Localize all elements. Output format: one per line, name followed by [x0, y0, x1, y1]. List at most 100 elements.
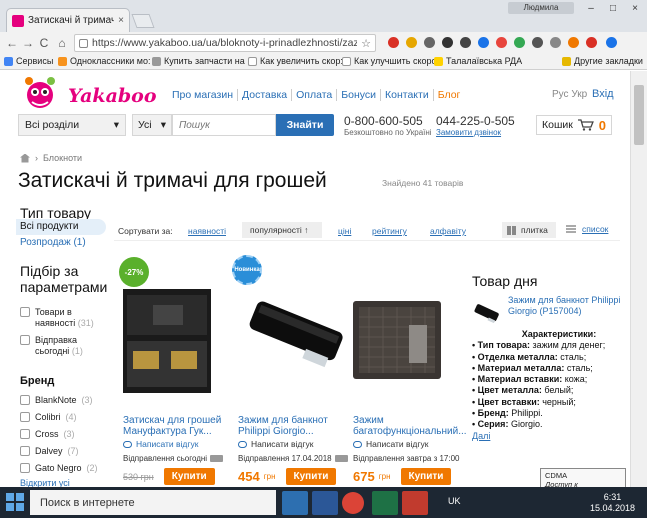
sort-availability[interactable]: наявності	[188, 226, 226, 236]
brand-filter-item[interactable]: Gato Negro (2)	[20, 463, 98, 474]
extension-icon[interactable]	[550, 37, 561, 48]
cart-button[interactable]: Кошик 0	[536, 115, 612, 135]
extension-icon[interactable]	[478, 37, 489, 48]
phone-kyiv[interactable]: 044-225-0-505	[436, 114, 515, 128]
scope-select[interactable]: Усі ▾	[132, 114, 172, 136]
bookmark-item[interactable]: Купить запчасти на ;	[152, 56, 250, 66]
product-title[interactable]: Затискач для грошей Мануфактура Гук...	[123, 415, 241, 437]
keyboard-layout[interactable]: UK	[448, 496, 461, 506]
bookmark-item[interactable]: Как увеличить скор:	[248, 56, 343, 66]
checkbox[interactable]	[20, 395, 30, 405]
search-input[interactable]	[172, 114, 276, 136]
extension-icon[interactable]	[532, 37, 543, 48]
write-review-link[interactable]: Написати відгук	[238, 439, 313, 449]
back-button[interactable]: ←	[4, 35, 20, 51]
profile-badge[interactable]: Людмила	[508, 2, 574, 14]
product-image[interactable]	[238, 261, 346, 411]
breadcrumb-item[interactable]: Блокноти	[43, 153, 82, 163]
sort-popularity[interactable]: популярності ↑	[242, 222, 322, 238]
taskbar-clock[interactable]: 6:31 15.04.2018	[590, 492, 635, 514]
nav-contacts[interactable]: Контакти	[381, 89, 434, 101]
sort-rating[interactable]: рейтингу	[372, 226, 407, 236]
extension-icon[interactable]	[442, 37, 453, 48]
bookmark-other[interactable]: Другие закладки	[562, 56, 643, 66]
minimize-button[interactable]: –	[580, 0, 602, 18]
extension-icon[interactable]	[586, 37, 597, 48]
tab-close-icon[interactable]: ×	[118, 15, 124, 26]
product-image[interactable]	[353, 261, 461, 411]
reload-button[interactable]: C	[36, 35, 52, 51]
checkbox[interactable]	[20, 335, 30, 345]
taskbar-search[interactable]: Поиск в интернете	[30, 490, 276, 515]
buy-button[interactable]: Купити	[400, 468, 452, 485]
site-logo[interactable]: Yakaboo	[20, 75, 160, 113]
taskbar-excel-icon[interactable]	[372, 491, 398, 515]
brand-filter-item[interactable]: BlankNote (3)	[20, 395, 93, 406]
extension-icon[interactable]	[496, 37, 507, 48]
taskbar-app-icon[interactable]	[402, 491, 428, 515]
brand-filter-item[interactable]: Colibri (4)	[20, 412, 77, 423]
taskbar-word-icon[interactable]	[312, 491, 338, 515]
extension-icon[interactable]	[424, 37, 435, 48]
view-list-button[interactable]: список	[566, 224, 608, 234]
search-button[interactable]: Знайти	[276, 114, 334, 136]
checkbox[interactable]	[20, 446, 30, 456]
write-review-link[interactable]: Написати відгук	[123, 439, 198, 449]
browser-tab[interactable]: Затискачі й тримачі для ×	[6, 8, 130, 32]
view-tile-button[interactable]: плитка	[502, 222, 556, 238]
bookmark-item[interactable]: Как улучшить скоро:	[342, 56, 439, 66]
callback-link[interactable]: Замовити дзвінок	[436, 128, 501, 137]
phone-free[interactable]: 0-800-600-505	[344, 114, 423, 128]
buy-button[interactable]: Купити	[285, 468, 337, 485]
checkbox[interactable]	[20, 463, 30, 473]
taskbar-chrome-icon[interactable]	[342, 492, 364, 514]
brand-filter-item[interactable]: Cross (3)	[20, 429, 75, 440]
checkbox[interactable]	[20, 429, 30, 439]
forward-button[interactable]: →	[20, 35, 36, 51]
new-tab-button[interactable]	[131, 14, 155, 28]
nav-delivery[interactable]: Доставка	[238, 89, 293, 101]
checkbox[interactable]	[20, 412, 30, 422]
bookmark-apps[interactable]: Сервисы	[4, 56, 53, 66]
sort-alphabet[interactable]: алфавіту	[430, 226, 466, 236]
sort-price[interactable]: ціні	[338, 226, 351, 236]
windows-start-icon[interactable]	[6, 493, 24, 511]
show-all-brands-link[interactable]: Відкрити усі	[20, 478, 70, 487]
extension-icon[interactable]	[606, 37, 617, 48]
scrollbar-thumb[interactable]	[634, 85, 644, 145]
deal-product-title[interactable]: Зажим для банкнот Philippi Giorgio (P157…	[508, 295, 624, 317]
nav-bonuses[interactable]: Бонуси	[337, 89, 382, 101]
filter-in-stock[interactable]: Товари в наявності (31)	[20, 307, 105, 329]
write-review-link[interactable]: Написати відгук	[353, 439, 428, 449]
checkbox[interactable]	[20, 307, 30, 317]
language-switch[interactable]: Рус Укр	[552, 89, 587, 100]
filter-ships-today[interactable]: Відправка сьогодні (1)	[20, 335, 105, 357]
bookmark-item[interactable]: Талалаївська РДА	[434, 56, 522, 66]
buy-button[interactable]: Купити	[163, 468, 215, 485]
brand-filter-item[interactable]: Dalvey (7)	[20, 446, 79, 457]
sidebar-item-all-products[interactable]: Всі продукти	[20, 221, 78, 232]
maximize-button[interactable]: □	[602, 0, 624, 18]
home-button[interactable]: ⌂	[54, 35, 70, 51]
home-icon[interactable]	[20, 153, 30, 163]
deal-product-image[interactable]	[472, 299, 500, 329]
nav-about[interactable]: Про магазин	[168, 89, 239, 101]
close-window-button[interactable]: ×	[624, 0, 646, 18]
address-bar[interactable]: https://www.yakaboo.ua/ua/bloknoty-i-pri…	[74, 34, 376, 52]
nav-payment[interactable]: Оплата	[292, 89, 338, 101]
product-title[interactable]: Зажим для банкнот Philippi Giorgio...	[238, 415, 356, 437]
bookmark-item[interactable]: Одноклассники мо:	[58, 56, 150, 66]
nav-blog[interactable]: Блог	[434, 89, 465, 101]
extension-icon[interactable]	[388, 37, 399, 48]
extension-icon[interactable]	[568, 37, 579, 48]
sidebar-item-sale[interactable]: Розпродаж (1)	[20, 237, 86, 248]
extension-icon[interactable]	[514, 37, 525, 48]
product-title[interactable]: Зажим багатофункціональний...	[353, 415, 471, 437]
taskbar-explorer-icon[interactable]	[282, 491, 308, 515]
bookmark-star-icon[interactable]: ☆	[361, 37, 371, 50]
extension-icon[interactable]	[406, 37, 417, 48]
category-select[interactable]: Всі розділи ▾	[18, 114, 126, 136]
extension-icon[interactable]	[460, 37, 471, 48]
login-link[interactable]: Вхід	[592, 88, 614, 100]
page-scrollbar[interactable]	[630, 71, 647, 487]
